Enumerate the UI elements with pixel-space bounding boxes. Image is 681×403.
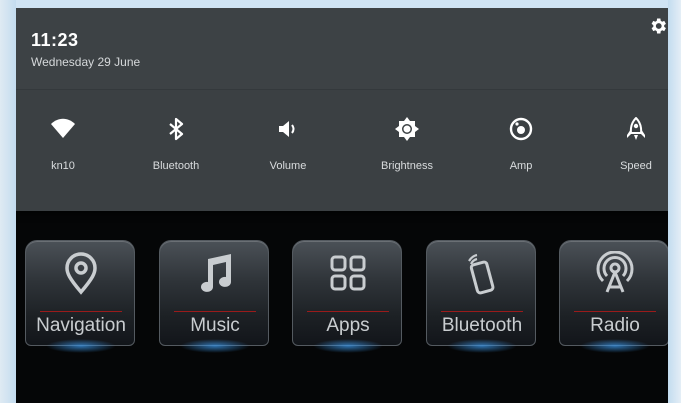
brightness-icon — [395, 117, 419, 141]
glow — [447, 339, 517, 353]
qs-label: Bluetooth — [152, 160, 200, 172]
wifi-icon — [51, 118, 75, 138]
glow — [580, 339, 650, 353]
bluetooth-icon — [169, 117, 184, 141]
accent-line — [574, 311, 656, 312]
device-frame-right — [668, 0, 681, 403]
qs-label: Brightness — [381, 160, 433, 172]
qs-tile-speed[interactable]: Speed — [591, 108, 668, 188]
qs-tile-amp[interactable]: Amp — [476, 108, 566, 188]
location-pin-icon — [65, 252, 97, 295]
qs-tile-volume[interactable]: Volume — [243, 108, 333, 188]
app-label: Apps — [326, 315, 370, 336]
qs-label: kn10 — [51, 160, 75, 172]
qs-label: Volume — [269, 160, 307, 172]
app-dock: Navigation Music Apps Bluetooth Radio — [16, 240, 668, 360]
app-radio[interactable]: Radio — [559, 240, 668, 353]
radio-tower-icon — [596, 251, 634, 293]
app-navigation[interactable]: Navigation — [25, 240, 135, 353]
qs-label: Amp — [509, 160, 533, 172]
app-bluetooth[interactable]: Bluetooth — [426, 240, 536, 353]
app-label: Radio — [590, 315, 640, 336]
rocket-icon — [627, 117, 645, 140]
app-music[interactable]: Music — [159, 240, 269, 353]
qs-tile-brightness[interactable]: Brightness — [362, 108, 452, 188]
qs-label: Speed — [620, 160, 652, 172]
device-frame-left — [0, 0, 16, 403]
quick-settings: kn10 Bluetooth Volume Brightness Amp Spe… — [16, 108, 668, 188]
music-note-icon — [201, 254, 231, 292]
accent-line — [307, 311, 389, 312]
accent-line — [174, 311, 256, 312]
grid-icon — [330, 255, 366, 291]
accent-line — [40, 311, 122, 312]
shade-header: 11:23 Wednesday 29 June — [16, 8, 668, 90]
phone-icon — [468, 253, 495, 295]
qs-tile-bluetooth[interactable]: Bluetooth — [131, 108, 221, 188]
app-label: Bluetooth — [441, 315, 523, 336]
device-frame-top — [0, 0, 681, 8]
glow — [180, 339, 250, 353]
qs-tile-wifi[interactable]: kn10 — [18, 108, 108, 188]
clock-time: 11:23 — [31, 30, 79, 50]
accent-line — [441, 311, 523, 312]
volume-icon — [279, 121, 295, 137]
glow — [313, 339, 383, 353]
speaker-icon — [509, 117, 533, 141]
app-label: Navigation — [36, 315, 126, 336]
app-apps[interactable]: Apps — [292, 240, 402, 353]
app-label: Music — [190, 315, 240, 336]
glow — [46, 339, 116, 353]
screen: 11:23 Wednesday 29 June kn10 Bluetooth V… — [16, 8, 668, 403]
notification-shade: 11:23 Wednesday 29 June kn10 Bluetooth V… — [16, 8, 668, 211]
gear-icon[interactable] — [648, 16, 668, 36]
clock-date: Wednesday 29 June — [31, 55, 141, 69]
